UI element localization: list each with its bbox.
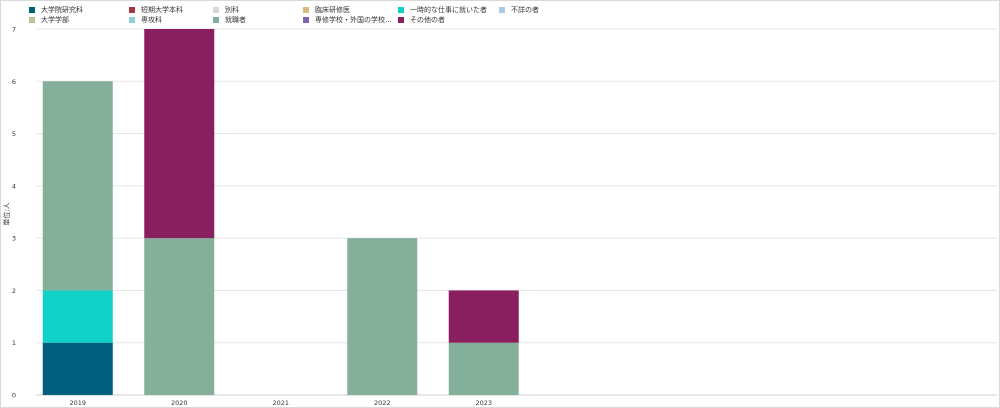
y-tick-label-4: 4 [12, 182, 16, 190]
stacked-bar-chart: 0 1 2 3 4 5 6 7 単位:人 2019 2020 2021 2022 2023 [2, 26, 997, 407]
bar-2023-10 [448, 290, 519, 343]
y-axis-title: 単位:人 [2, 202, 11, 225]
x-tick-label-2019: 2019 [69, 399, 86, 407]
y-tick-label-5: 5 [12, 130, 16, 138]
bar-2020-8 [144, 238, 215, 395]
bar-2023-8 [448, 342, 519, 395]
y-tick-label-3: 3 [12, 235, 16, 243]
x-tick-label-2022: 2022 [374, 399, 391, 407]
y-tick-label-0: 0 [12, 392, 16, 400]
y-tick-label-2: 2 [12, 287, 16, 295]
bar-2020-10 [144, 29, 215, 239]
bar-2019-0 [42, 342, 113, 395]
bar-2022-8 [347, 238, 418, 395]
y-tick-label-7: 7 [12, 26, 16, 34]
bar-2019-8 [42, 81, 113, 291]
bar-2019-4 [42, 290, 113, 343]
y-tick-label-1: 1 [12, 339, 16, 347]
x-tick-label-2023: 2023 [475, 399, 492, 407]
y-tick-label-6: 6 [12, 78, 16, 86]
chart-container: 大学院研究科 短期大学本科 別科 臨床研修医 一時的な仕事に就いた者 不詳の者 大学学部 専攻… [0, 0, 1000, 408]
x-tick-label-2020: 2020 [171, 399, 188, 407]
x-tick-label-2021: 2021 [272, 399, 289, 407]
